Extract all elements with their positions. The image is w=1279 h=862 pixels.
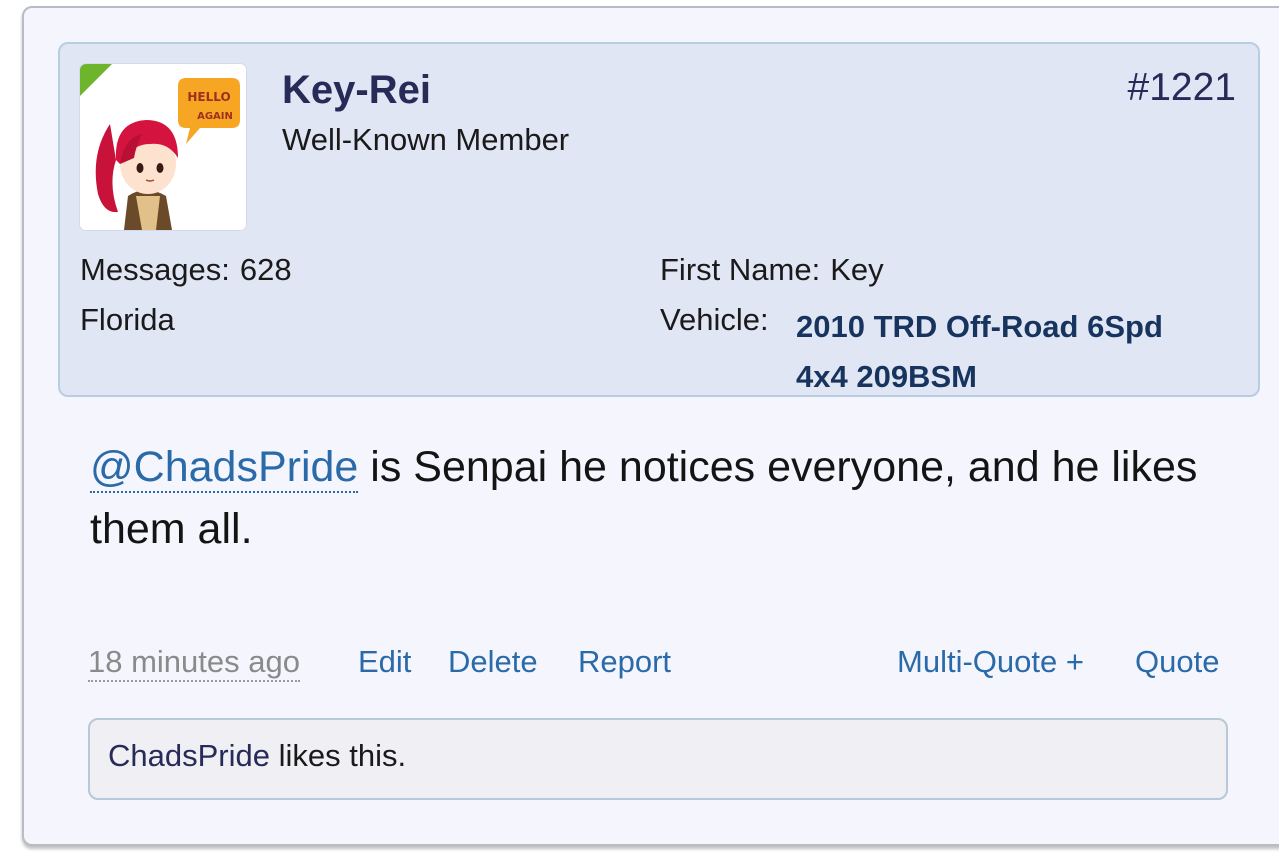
quote-link[interactable]: Quote [1135,644,1219,680]
delete-link[interactable]: Delete [448,644,538,680]
post-number-link[interactable]: #1221 [1128,66,1236,110]
mention-link[interactable]: @ChadsPride [90,443,359,493]
post-time-link[interactable]: 18 minutes ago [88,644,300,682]
avatar-speech-1: HELLO [187,90,230,104]
stat-vehicle-value: 2010 TRD Off-Road 6Spd 4x4 209BSM [796,309,1163,394]
user-info-box: HELLO AGAIN Key-Rei Well-Known Member #1… [58,42,1260,397]
avatar-speech-2: AGAIN [197,111,233,122]
stat-messages: Messages: 628 [80,252,292,288]
likes-bar: ChadsPride likes this. [88,718,1228,800]
stat-vehicle-label: Vehicle: [660,302,769,337]
stat-messages-label: Messages: [80,252,230,287]
stat-first-name-value: Key [830,252,884,287]
stat-first-name-label: First Name: [660,252,821,287]
stat-location: Florida [80,302,175,337]
liker-link[interactable]: ChadsPride [108,738,270,773]
stat-first-name: First Name: Key [660,252,884,288]
edit-link[interactable]: Edit [358,644,411,680]
stat-messages-value: 628 [239,252,292,287]
post-card: HELLO AGAIN Key-Rei Well-Known Member #1… [22,6,1279,846]
report-link[interactable]: Report [578,644,671,680]
likes-suffix: likes this. [269,738,407,773]
online-indicator-icon [80,64,114,98]
username[interactable]: Key-Rei [282,68,431,113]
user-title: Well-Known Member [282,122,570,157]
avatar[interactable]: HELLO AGAIN [80,64,246,230]
message-body: @ChadsPride is Senpai he notices everyon… [90,436,1210,560]
multi-quote-link[interactable]: Multi-Quote + [897,644,1084,680]
